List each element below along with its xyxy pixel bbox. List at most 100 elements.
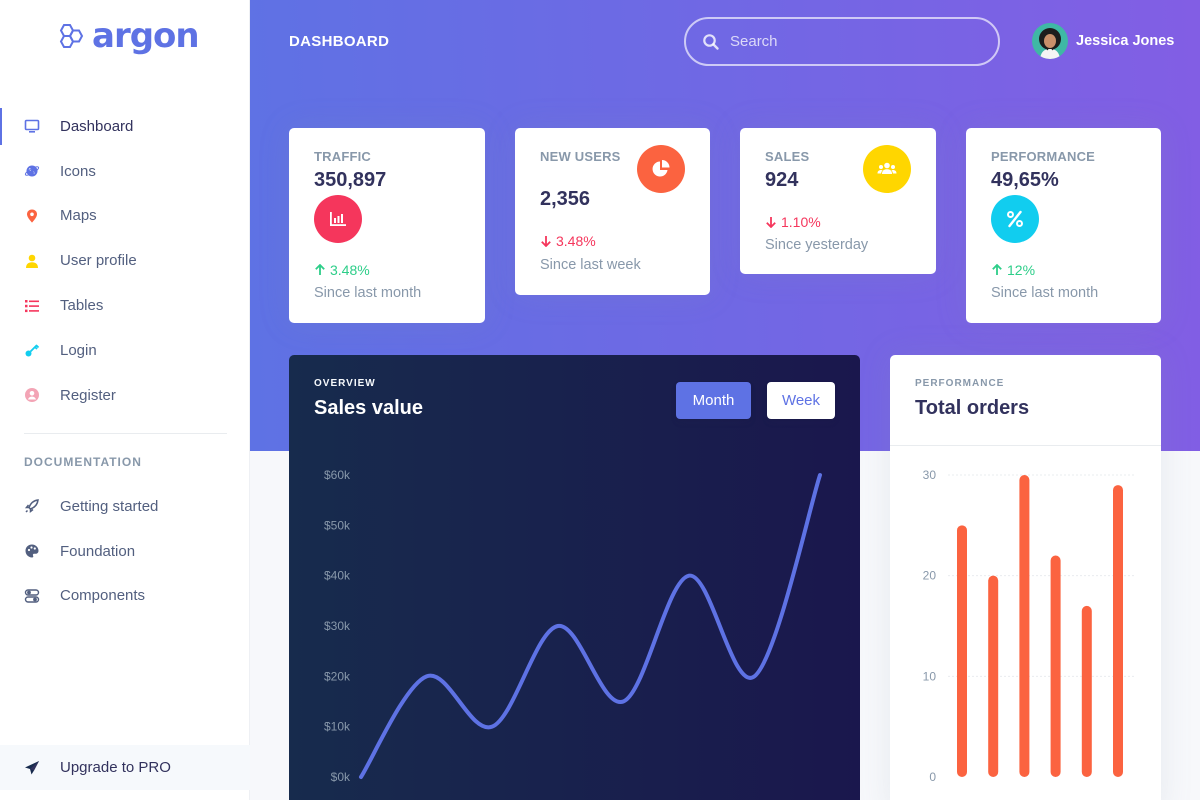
- bullet-list-icon: [24, 298, 40, 314]
- sidebar-item-tables[interactable]: Tables: [0, 283, 250, 328]
- pin-icon: [24, 208, 40, 224]
- stat-card-performance: PERFORMANCE 49,65% 12% Since last month: [966, 128, 1161, 323]
- sidebar-item-foundation[interactable]: Foundation: [0, 529, 250, 574]
- upgrade-to-pro-button[interactable]: Upgrade to PRO: [0, 745, 250, 790]
- stat-value: 49,65%: [991, 169, 1059, 191]
- sidebar-item-register[interactable]: Register: [0, 373, 250, 418]
- sidebar-item-label: Dashboard: [60, 117, 134, 135]
- arrow-up-icon: [315, 264, 325, 275]
- sidebar-item-label: Foundation: [60, 542, 136, 560]
- search-icon: [703, 33, 719, 50]
- orders-bar: [957, 525, 967, 777]
- y-tick-label: $0k: [331, 770, 351, 784]
- stat-change: 3.48%: [540, 233, 596, 249]
- sales-value-card: $0k $10k $20k $30k $40k $50k $60k OVERVIEW Sal…: [289, 355, 860, 800]
- stat-since: Since last month: [314, 285, 422, 301]
- sidebar-item-getting-started[interactable]: Getting started: [0, 484, 250, 529]
- page-title[interactable]: DASHBOARD: [289, 33, 389, 50]
- stat-change: 1.10%: [765, 214, 821, 230]
- user-icon: [24, 253, 40, 269]
- sidebar-item-icons[interactable]: Icons: [0, 149, 250, 194]
- planet-icon: [24, 163, 40, 179]
- y-tick-label: $40k: [324, 569, 351, 583]
- month-button[interactable]: Month: [676, 382, 751, 419]
- documentation-heading: DOCUMENTATION: [24, 455, 142, 469]
- sidebar-item-label: Tables: [60, 297, 104, 315]
- stat-card-traffic: TRAFFIC 350,897 3.48% Since last month: [289, 128, 485, 323]
- stat-change-value: 1.10%: [781, 214, 821, 230]
- orders-bar: [1019, 475, 1030, 777]
- arrow-down-icon: [541, 236, 551, 247]
- sales-series-line: [359, 473, 822, 779]
- sidebar-item-components[interactable]: Components: [0, 574, 250, 619]
- sidebar-item-dashboard[interactable]: Dashboard: [0, 104, 250, 149]
- sidebar-item-label: Login: [60, 341, 97, 359]
- hexagons-logo-icon: [59, 24, 84, 48]
- avatar: [1032, 23, 1068, 59]
- sidebar-divider: [24, 433, 227, 434]
- y-tick-label: $60k: [324, 468, 351, 482]
- y-tick-label: 0: [929, 770, 936, 784]
- main-nav: Dashboard Icons Maps User profile Tables: [0, 104, 250, 418]
- orders-bar: [1081, 605, 1092, 777]
- search-box[interactable]: [684, 17, 1000, 66]
- stat-since: Since yesterday: [765, 237, 869, 253]
- stat-since: Since last week: [540, 257, 641, 273]
- stat-title: SALES: [765, 149, 810, 164]
- y-tick-label: 30: [923, 468, 937, 482]
- sidebar-item-label: Getting started: [60, 497, 159, 515]
- sidebar-item-maps[interactable]: Maps: [0, 194, 250, 239]
- search-input[interactable]: [730, 33, 980, 50]
- sidebar-item-login[interactable]: Login: [0, 328, 250, 373]
- components-icon: [24, 588, 40, 604]
- stat-card-sales: SALES 924 1.10% Since yesterday: [740, 128, 936, 274]
- sidebar-item-label: Maps: [60, 207, 97, 225]
- stat-change-value: 3.48%: [330, 262, 370, 278]
- stat-change: 3.48%: [314, 262, 370, 278]
- stat-title: TRAFFIC: [314, 149, 371, 164]
- sales-eyebrow: OVERVIEW: [314, 378, 376, 389]
- palette-icon: [24, 543, 40, 559]
- arrow-up-icon: [992, 264, 1002, 275]
- user-menu[interactable]: Jessica Jones: [1032, 23, 1174, 59]
- week-button[interactable]: Week: [767, 382, 835, 419]
- stat-title: PERFORMANCE: [991, 149, 1096, 164]
- key-icon: [24, 342, 40, 358]
- sidebar-item-label: Icons: [60, 162, 96, 180]
- paper-plane-icon: [24, 760, 40, 776]
- brand-name: argon: [92, 16, 200, 56]
- monitor-icon: [24, 118, 40, 134]
- y-tick-label: 20: [923, 569, 937, 583]
- stat-title: NEW USERS: [540, 149, 621, 164]
- y-tick-label: $30k: [324, 619, 351, 633]
- y-tick-label: $20k: [324, 669, 351, 683]
- orders-bar: [1050, 555, 1061, 777]
- stat-card-new-users: NEW USERS 2,356 3.48% Since last week: [515, 128, 710, 295]
- y-tick-label: $10k: [324, 720, 351, 734]
- arrow-down-icon: [766, 217, 776, 228]
- stat-value: 924: [765, 169, 799, 191]
- sidebar-item-label: User profile: [60, 252, 137, 270]
- sidebar-item-user-profile[interactable]: User profile: [0, 238, 250, 283]
- percent-icon: [991, 195, 1039, 243]
- brand-logo[interactable]: argon: [56, 16, 200, 56]
- sales-title: Sales value: [314, 397, 423, 419]
- sales-line-chart: $0k $10k $20k $30k $40k $50k $60k: [324, 468, 822, 784]
- total-orders-card: PERFORMANCE Total orders 0 10 20 30: [890, 355, 1161, 800]
- stat-since: Since last month: [991, 285, 1099, 301]
- sidebar: argon Dashboard Icons Maps User profile: [0, 0, 250, 800]
- y-tick-label: $50k: [324, 518, 351, 532]
- spaceship-icon: [24, 498, 40, 514]
- upgrade-label: Upgrade to PRO: [60, 759, 171, 776]
- circle-user-icon: [24, 387, 40, 403]
- sidebar-item-label: Register: [60, 386, 116, 404]
- stat-change: 12%: [991, 262, 1035, 278]
- documentation-nav: Getting started Foundation Components: [0, 484, 250, 618]
- orders-bar: [988, 575, 999, 777]
- user-name: Jessica Jones: [1076, 33, 1175, 49]
- users-icon: [863, 145, 911, 193]
- stat-change-value: 12%: [1007, 262, 1036, 278]
- stat-value: 2,356: [540, 188, 591, 210]
- sidebar-item-label: Components: [60, 587, 146, 605]
- chart-pie-icon: [637, 145, 685, 193]
